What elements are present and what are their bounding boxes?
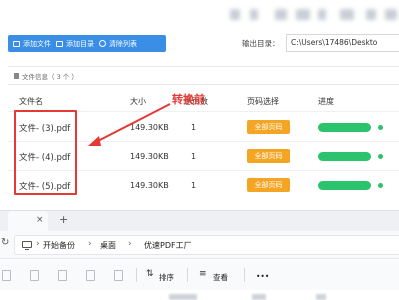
tab-close-icon[interactable]: ×	[36, 215, 44, 225]
output-path-input[interactable]: C:\Users\17486\Deskto	[286, 34, 399, 52]
blurred-column-header	[169, 294, 197, 300]
paste-icon[interactable]	[58, 270, 67, 281]
row-3-size: 149.30KB	[130, 181, 169, 190]
breadcrumb-separator: ›	[128, 239, 132, 249]
more-options-button[interactable]: •••	[256, 272, 269, 281]
file-info: 文件信息（ 3 个 ）	[14, 71, 78, 81]
copy-icon[interactable]	[30, 270, 39, 281]
clear-list-button[interactable]: 清除列表	[94, 35, 137, 52]
rename-icon[interactable]	[86, 270, 95, 281]
folder-add-icon	[56, 40, 63, 47]
refresh-icon[interactable]: ↻	[1, 237, 9, 248]
header-progress: 进度	[318, 97, 334, 106]
row-3-status-dot	[378, 183, 383, 188]
command-separator	[136, 268, 137, 282]
breadcrumb-item-desktop[interactable]: 桌面	[100, 240, 116, 251]
screenshot-root: 添加文件 添加目录 清除列表 输出目录： C:\Users\17486\Desk…	[0, 0, 399, 300]
annotation-highlight-box	[14, 110, 77, 195]
sort-icon: ⇅	[146, 269, 154, 279]
row-1-page-select[interactable]: 全部页码	[247, 120, 290, 134]
row-3-progress-bar	[318, 181, 371, 190]
row-2-progress-bar	[318, 152, 371, 161]
breadcrumb-separator: ›	[36, 239, 40, 249]
share-icon[interactable]	[114, 270, 123, 281]
row-1-size: 149.30KB	[130, 123, 169, 132]
header-filename: 文件名	[19, 97, 43, 106]
row-2-pages: 1	[191, 152, 197, 161]
row-2-size: 149.30KB	[130, 152, 169, 161]
file-add-icon	[13, 40, 20, 47]
row-2-page-select[interactable]: 全部页码	[247, 149, 290, 163]
output-dir-label: 输出目录：	[242, 39, 280, 48]
command-separator	[187, 268, 188, 282]
header-page-select: 页码选择	[247, 97, 279, 106]
blurred-column-header	[316, 294, 326, 300]
action-button-bar: 添加文件 添加目录 清除列表	[8, 35, 166, 52]
clear-icon	[99, 40, 106, 47]
monitor-icon	[22, 241, 32, 250]
header-size: 大小	[130, 97, 146, 106]
row-3-page-select[interactable]: 全部页码	[247, 178, 290, 192]
file-info-text: 文件信息（ 3 个 ）	[22, 73, 78, 81]
clear-list-label: 清除列表	[109, 39, 137, 48]
breadcrumb-separator: ›	[88, 239, 92, 249]
add-folder-button[interactable]: 添加目录	[51, 35, 94, 52]
view-button[interactable]: 查看	[213, 272, 228, 283]
blurred-column-header	[252, 294, 266, 300]
sort-button[interactable]: 排序	[159, 272, 174, 283]
document-icon	[14, 73, 19, 79]
add-file-button[interactable]: 添加文件	[8, 35, 51, 52]
breadcrumb-item-backup[interactable]: 开始备份	[43, 240, 75, 251]
view-icon: ≡	[199, 269, 207, 279]
blurred-top-strip	[0, 0, 399, 28]
new-tab-icon[interactable]: +	[59, 213, 68, 226]
annotation-label: 转换前	[172, 93, 205, 106]
row-1-pages: 1	[191, 123, 197, 132]
add-folder-label: 添加目录	[66, 39, 94, 48]
row-1-progress-bar	[318, 123, 371, 132]
add-file-label: 添加文件	[23, 39, 51, 48]
row-3-pages: 1	[191, 181, 197, 190]
cut-icon[interactable]	[2, 270, 11, 281]
row-1-status-dot	[378, 125, 383, 130]
row-2-status-dot	[378, 154, 383, 159]
command-separator	[244, 268, 245, 282]
breadcrumb-item-folder[interactable]: 优速PDF工厂	[144, 240, 192, 251]
